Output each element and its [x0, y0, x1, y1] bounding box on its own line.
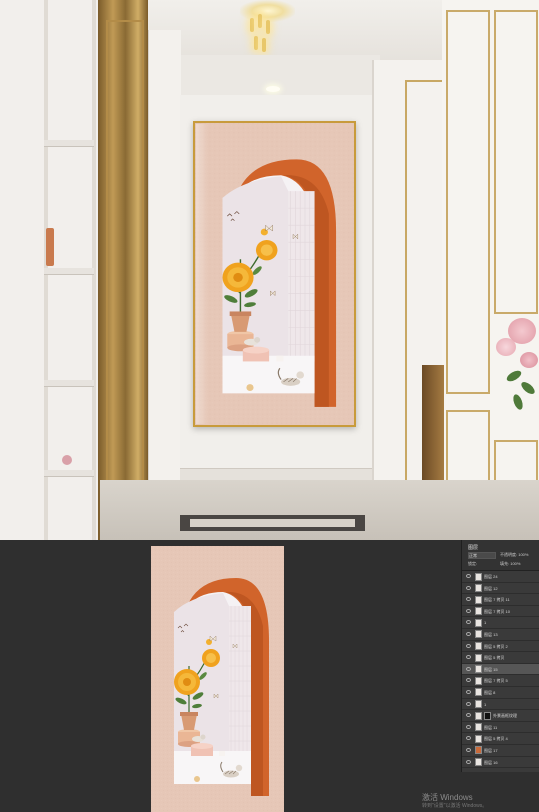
layer-row[interactable]: 1 — [462, 617, 539, 629]
layer-thumbnail[interactable] — [475, 572, 482, 581]
layers-panel-header: 图层 正常 不透明度: 100% 锁定: 填充: 100% — [462, 540, 539, 571]
layer-thumbnail[interactable] — [475, 653, 482, 662]
layer-thumbnail[interactable] — [475, 700, 482, 709]
layer-thumbnail[interactable] — [475, 676, 482, 685]
layer-name[interactable]: 图层 5 拷贝 — [484, 655, 504, 661]
layers-tab[interactable]: 图层 — [468, 544, 478, 551]
chandelier — [248, 14, 274, 54]
blend-mode-select[interactable]: 正常 — [468, 552, 496, 559]
layer-thumbnail[interactable] — [475, 665, 482, 674]
eye-icon[interactable] — [466, 701, 471, 706]
layer-name[interactable]: 1 — [484, 620, 486, 625]
eye-icon[interactable] — [466, 597, 471, 602]
layer-name[interactable]: 图层 7 拷贝 10 — [484, 609, 510, 615]
artwork-print — [195, 123, 354, 425]
layer-thumbnail[interactable] — [475, 734, 482, 743]
eye-icon[interactable] — [466, 747, 471, 752]
vase — [46, 228, 54, 266]
layer-row[interactable]: 图层 15 — [462, 663, 539, 676]
layer-name[interactable]: 外景画框纹理 — [493, 713, 517, 719]
layer-row[interactable]: 图层 5 拷贝 2 — [462, 641, 539, 653]
editor-area: 图层 正常 不透明度: 100% 锁定: 填充: 100% 图层 24 图层 12… — [0, 540, 539, 812]
layer-name[interactable]: 图层 8 — [484, 690, 495, 696]
opacity-field[interactable]: 不透明度: 100% — [500, 552, 528, 558]
eye-icon[interactable] — [466, 608, 471, 613]
watermark-title: 激活 Windows — [422, 793, 473, 802]
eye-icon[interactable] — [466, 666, 471, 671]
interior-mockup-scene — [0, 0, 539, 540]
lock-controls[interactable]: 锁定: — [468, 561, 477, 567]
spotlight — [266, 86, 280, 92]
glass-reflection — [196, 124, 208, 424]
layer-thumbnail[interactable] — [475, 595, 482, 604]
eye-icon[interactable] — [466, 620, 471, 625]
eye-icon[interactable] — [466, 689, 471, 694]
layer-name[interactable]: 图层 15 — [484, 667, 498, 673]
eye-icon[interactable] — [466, 655, 471, 660]
eye-icon[interactable] — [466, 724, 471, 729]
artwork-preview — [151, 546, 284, 812]
layer-row[interactable]: 图层 7 拷贝 10 — [462, 606, 539, 618]
shelf-flower — [62, 455, 72, 465]
layer-name[interactable]: 图层 12 — [484, 586, 498, 592]
floor — [100, 480, 539, 540]
layer-row[interactable]: 图层 16 — [462, 757, 539, 769]
layer-thumbnail[interactable] — [475, 723, 482, 732]
layer-name[interactable]: 图层 7 拷贝 5 — [484, 678, 508, 684]
layer-name[interactable]: 1 — [484, 702, 486, 707]
left-column — [148, 30, 181, 520]
layer-thumbnail[interactable] — [475, 642, 482, 651]
layer-name[interactable]: 图层 7 拷贝 11 — [484, 597, 510, 603]
layer-row[interactable]: 外景画框纹理 — [462, 710, 539, 722]
layer-row[interactable]: 图层 12 — [462, 583, 539, 595]
layer-row[interactable]: 图层 7 拷贝 5 — [462, 675, 539, 687]
gold-panel-wall — [98, 0, 148, 540]
eye-icon[interactable] — [466, 678, 471, 683]
eye-icon[interactable] — [466, 759, 471, 764]
layer-row[interactable]: 图层 24 — [462, 571, 539, 583]
layer-thumbnail[interactable] — [475, 688, 482, 697]
layer-name[interactable]: 图层 5 拷贝 4 — [484, 736, 508, 742]
eye-icon[interactable] — [466, 713, 471, 718]
layer-row[interactable]: 图层 13 — [462, 629, 539, 641]
eye-icon[interactable] — [466, 736, 471, 741]
eye-icon[interactable] — [466, 643, 471, 648]
layer-thumbnail[interactable] — [475, 584, 482, 593]
layer-thumbnail[interactable] — [475, 607, 482, 616]
eye-icon[interactable] — [466, 631, 471, 636]
layer-name[interactable]: 图层 5 拷贝 2 — [484, 644, 508, 650]
right-panel-wall — [442, 0, 539, 540]
layer-thumbnail[interactable] — [475, 618, 482, 627]
layers-panel[interactable]: 图层 正常 不透明度: 100% 锁定: 填充: 100% 图层 24 图层 12… — [461, 540, 539, 772]
layer-row[interactable]: 图层 11 — [462, 722, 539, 734]
layer-name[interactable]: 图层 17 — [484, 748, 498, 754]
layer-thumbnail[interactable] — [475, 758, 482, 766]
layer-thumbnail[interactable] — [475, 711, 482, 720]
windows-activation-watermark: 激活 Windows 转到"设置"以激活 Windows。 — [422, 793, 487, 811]
watermark-subtitle: 转到"设置"以激活 Windows。 — [422, 803, 488, 809]
layer-row[interactable]: 图层 5 拷贝 — [462, 652, 539, 664]
layer-name[interactable]: 图层 11 — [484, 725, 497, 731]
layer-mask-thumbnail[interactable] — [484, 711, 491, 720]
layer-row[interactable]: 图层 8 — [462, 687, 539, 699]
layer-name[interactable]: 图层 13 — [484, 632, 498, 638]
eye-icon[interactable] — [466, 574, 471, 578]
layer-list[interactable]: 图层 24 图层 12 图层 7 拷贝 11 图层 7 拷贝 10 1 图层 13 图层 5… — [462, 571, 539, 769]
layer-name[interactable]: 图层 24 — [484, 574, 498, 580]
left-bookshelf — [0, 0, 102, 540]
layer-row[interactable]: 1 — [462, 699, 539, 711]
eye-icon[interactable] — [466, 585, 471, 590]
layer-row[interactable]: 图层 5 拷贝 4 — [462, 733, 539, 745]
layer-row[interactable]: 图层 17 — [462, 745, 539, 757]
layer-row[interactable]: 图层 7 拷贝 11 — [462, 594, 539, 606]
framed-artwork — [193, 121, 356, 427]
layer-name[interactable]: 图层 16 — [484, 760, 498, 766]
layer-thumbnail[interactable] — [475, 630, 482, 639]
layer-thumbnail[interactable] — [475, 746, 482, 755]
fill-field[interactable]: 填充: 100% — [500, 561, 520, 567]
